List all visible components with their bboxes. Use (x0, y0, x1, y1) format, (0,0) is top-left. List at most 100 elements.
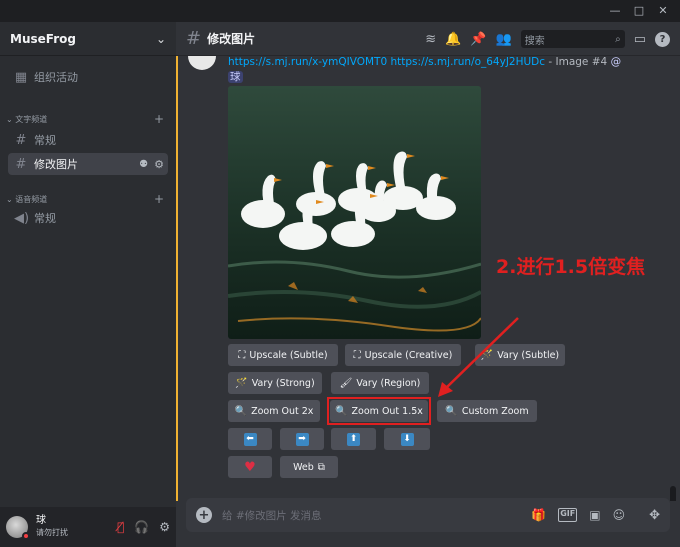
zoom-out-2x-button[interactable]: 🔍 Zoom Out 2x (228, 400, 320, 422)
message-text-line2: 球 (228, 69, 243, 84)
calendar-icon: ▦ (14, 69, 28, 85)
upscale-subtle-button[interactable]: ⛶ Upscale (Subtle) (228, 344, 338, 366)
close-button[interactable]: ✕ (654, 3, 672, 19)
button-label: Web (293, 461, 314, 473)
hash-icon: # (15, 156, 27, 172)
mic-muted-icon[interactable]: 🎙̸ (117, 520, 124, 534)
bot-avatar[interactable] (188, 56, 216, 70)
threads-icon[interactable]: ≋ (425, 32, 436, 47)
status-dnd-icon (22, 532, 30, 540)
username: 球 (36, 515, 46, 526)
custom-zoom-button[interactable]: 🔍 Custom Zoom (437, 400, 537, 422)
arrow-down-icon: ⬇ (400, 432, 414, 446)
upscale-creative-button[interactable]: ⛶ Upscale (Creative) (345, 344, 461, 366)
headphones-icon[interactable]: 🎧 (134, 520, 149, 534)
button-label: Upscale (Subtle) (249, 349, 328, 361)
heart-icon: ♥ (244, 459, 256, 475)
chevron-down-icon: ⌄ (155, 31, 166, 46)
category-label: 文字频道 (15, 114, 48, 124)
user-mention[interactable]: 球 (228, 71, 243, 83)
magnifier-icon: 🔍 (445, 405, 458, 417)
image-link[interactable]: https://s.mj.run/o_64yJ2HUDc (390, 56, 545, 68)
channel-title: 修改图片 (207, 32, 256, 46)
window-titlebar: — □ ✕ (0, 0, 680, 22)
search-placeholder: 搜索 (524, 35, 545, 47)
button-label: Vary (Strong) (251, 377, 315, 389)
sidebar-item-edit-image[interactable]: # 修改图片 ⚉ ⚙ (8, 153, 168, 175)
gear-icon[interactable]: ⚙ (159, 520, 170, 534)
message-input[interactable]: 给 #修改图片 发消息 (222, 508, 321, 523)
pan-up-button[interactable]: ⬆ (331, 428, 376, 450)
invite-icon[interactable]: ⚉ (139, 159, 148, 170)
voice-channel-category[interactable]: ⌄ 语音频道 + (6, 192, 164, 206)
add-channel-icon[interactable]: + (154, 192, 164, 206)
external-link-icon: ⧉ (317, 461, 325, 473)
category-label: 语音频道 (15, 194, 48, 204)
apps-icon[interactable]: ✥ (649, 508, 660, 523)
button-label: Upscale (Creative) (364, 349, 453, 361)
generated-image[interactable] (228, 86, 481, 339)
chat-area: # 修改图片 ≋ 🔔 📌 👥 搜索 ⌕ ▭ ? https://s.mj.run… (176, 22, 680, 547)
message-composer[interactable]: + 给 #修改图片 发消息 🎁 GIF ▣ ☺ ✥ (186, 498, 670, 532)
minimize-button[interactable]: — (606, 3, 624, 19)
favorite-button[interactable]: ♥ (228, 456, 272, 478)
button-label: Vary (Subtle) (497, 349, 560, 361)
expand-icon: ⛶ (353, 349, 361, 361)
channel-header: # 修改图片 ≋ 🔔 📌 👥 搜索 ⌕ ▭ ? (176, 22, 680, 56)
expand-icon: ⛶ (238, 349, 246, 361)
sidebar-item-events[interactable]: ▦ 组织活动 (8, 66, 168, 88)
magic-wand-icon: 🪄 (480, 349, 494, 361)
vary-subtle-button[interactable]: 🪄 Vary (Subtle) (475, 344, 565, 366)
members-icon[interactable]: 👥 (496, 32, 512, 47)
magnifier-icon: 🔍 (234, 405, 248, 417)
inbox-icon[interactable]: ▭ (634, 32, 646, 47)
add-channel-icon[interactable]: + (154, 112, 164, 126)
mention-highlight-bar (176, 56, 178, 501)
sidebar-item-label: 组织活动 (34, 71, 78, 84)
sidebar-item-general[interactable]: # 常规 (8, 129, 168, 151)
sticker-icon[interactable]: ▣ (589, 508, 600, 522)
channel-sidebar: MuseFrog ⌄ ▦ 组织活动 ⌄ 文字频道 + # 常规 # 修改图片 ⚉… (0, 22, 176, 547)
server-name: MuseFrog (10, 31, 76, 46)
sidebar-item-label: 修改图片 (34, 158, 78, 171)
pan-left-button[interactable]: ⬅ (228, 428, 272, 450)
web-link-button[interactable]: Web ⧉ (280, 456, 338, 478)
button-label: Custom Zoom (461, 405, 529, 417)
avatar[interactable] (6, 516, 30, 540)
maximize-button[interactable]: □ (630, 3, 648, 19)
image-link[interactable]: https://s.mj.run/x-ymQIVOMT0 (228, 56, 387, 68)
user-status: 请勿打扰 (36, 528, 68, 537)
search-icon: ⌕ (615, 33, 621, 45)
bell-icon[interactable]: 🔔 (445, 32, 461, 47)
user-panel: 球 请勿打扰 🎙̸ 🎧 ⚙ (0, 507, 176, 547)
gift-icon[interactable]: 🎁 (531, 508, 546, 522)
pan-down-button[interactable]: ⬇ (384, 428, 430, 450)
emoji-icon[interactable]: ☺ (613, 508, 626, 522)
gear-icon[interactable]: ⚙ (154, 158, 164, 171)
sidebar-item-label: 常规 (34, 134, 56, 147)
magic-wand-icon: 🪄 (235, 377, 248, 389)
highlight-box (327, 397, 431, 425)
text-channel-category[interactable]: ⌄ 文字频道 + (6, 112, 164, 126)
arrow-up-icon: ⬆ (347, 432, 360, 446)
add-attachment-icon[interactable]: + (196, 507, 212, 523)
gif-icon[interactable]: GIF (558, 508, 578, 522)
scrollbar[interactable] (670, 486, 676, 501)
message-text: https://s.mj.run/x-ymQIVOMT0 https://s.m… (228, 56, 621, 68)
brush-icon: 🖌 (339, 377, 353, 389)
vary-region-button[interactable]: 🖌 Vary (Region) (331, 372, 429, 394)
geese-photo (228, 86, 481, 339)
pin-icon[interactable]: 📌 (470, 32, 486, 47)
vary-strong-button[interactable]: 🪄 Vary (Strong) (228, 372, 322, 394)
pan-right-button[interactable]: ➡ (280, 428, 324, 450)
sidebar-item-label: 常规 (34, 212, 56, 225)
help-icon[interactable]: ? (655, 31, 670, 47)
sidebar-item-voice-general[interactable]: ◀) 常规 (8, 207, 168, 229)
server-header[interactable]: MuseFrog ⌄ (0, 22, 176, 56)
mention-at: @ (610, 56, 622, 68)
speaker-icon: ◀) (14, 210, 30, 226)
hash-icon: # (15, 132, 27, 148)
arrow-left-icon: ⬅ (243, 432, 257, 446)
chevron-down-icon: ⌄ (6, 194, 16, 204)
search-input[interactable]: 搜索 ⌕ (520, 30, 625, 48)
